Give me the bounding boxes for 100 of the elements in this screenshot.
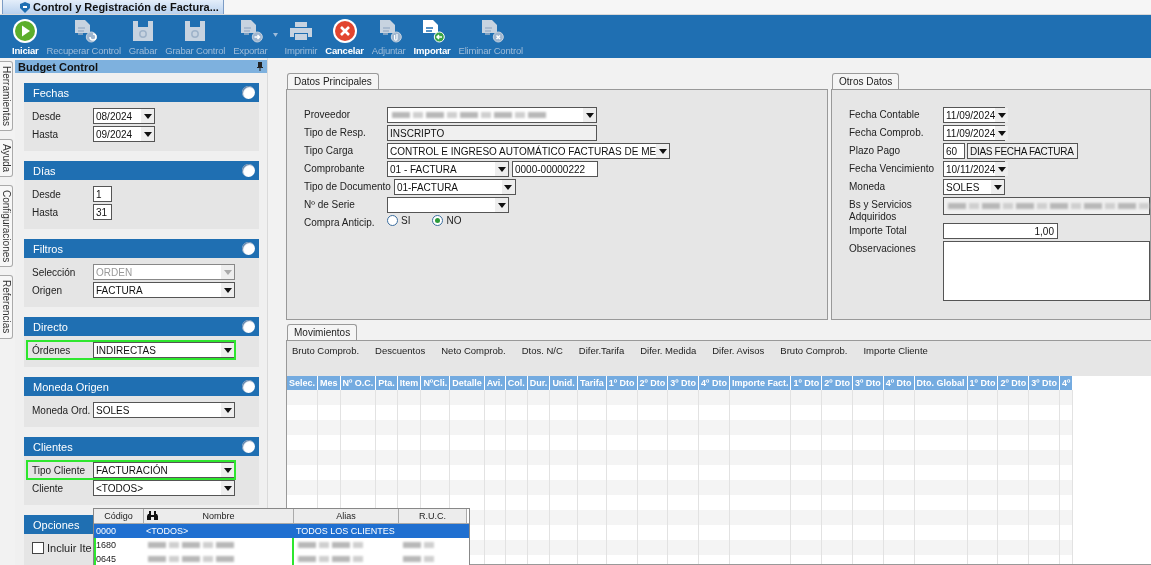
collapse-button[interactable]	[242, 320, 255, 333]
field-label: Plazo Pago	[849, 144, 902, 157]
side-tab[interactable]: Configuraciones	[0, 185, 13, 268]
toolbar-button[interactable]: Iniciar	[9, 15, 42, 58]
field-label: Moneda Ord.	[32, 404, 92, 416]
list-cell: TODOS LOS CLIENTES	[296, 526, 395, 536]
toolbar-button[interactable]: Imprimir	[281, 15, 321, 58]
section-title: Clientes	[33, 440, 73, 453]
input-field[interactable]: 1,00	[943, 223, 1058, 239]
side-tab[interactable]: Ayuda	[0, 139, 13, 178]
toolbar-button[interactable]: Eliminar Control	[455, 15, 526, 58]
summary-label: Neto Comprob.	[441, 345, 506, 358]
field-label: Tipo Cliente	[32, 464, 86, 476]
section-title: Días	[33, 164, 56, 177]
tab[interactable]: Movimientos	[287, 324, 358, 340]
document-tab[interactable]: Control y Registración de Factura...	[2, 0, 224, 14]
toolbar-button[interactable]: Adjuntar	[368, 15, 409, 58]
input-field[interactable]: 0000-00000222	[512, 161, 598, 177]
combo-box[interactable]: 11/09/2024	[943, 125, 1005, 141]
toolbar-button[interactable]: Grabar Control	[162, 15, 229, 58]
redacted-text	[403, 542, 434, 548]
input-field[interactable]: 1	[93, 186, 112, 202]
section-title: Moneda Origen	[33, 380, 109, 393]
combo-box[interactable]: 10/11/2024	[943, 161, 1005, 177]
combo-box[interactable]: 09/2024	[93, 126, 155, 142]
toolbar-button[interactable]: Importar	[410, 15, 454, 58]
summary-label: Descuentos	[375, 345, 426, 358]
read-only-field: INSCRIPTO	[387, 125, 597, 141]
field-label: Observaciones	[849, 242, 917, 255]
play-icon	[12, 18, 39, 44]
field-label: Fecha Comprob.	[849, 126, 925, 139]
collapse-button[interactable]	[242, 164, 255, 177]
read-only-field: DIAS FECHA FACTURA	[967, 143, 1078, 159]
combo-box[interactable]: 11/09/2024	[943, 107, 1005, 123]
input-field[interactable]: 31	[93, 204, 112, 220]
tab[interactable]: Otros Datos	[832, 73, 900, 89]
checkbox[interactable]	[32, 542, 44, 554]
section-title: Fechas	[33, 86, 70, 99]
summary-label: Difer. Medida	[640, 345, 697, 358]
side-tab[interactable]: Herramientas	[0, 61, 13, 132]
column-header[interactable]: Alias	[336, 511, 356, 521]
field-label: Proveedor	[304, 108, 352, 120]
collapse-button[interactable]	[242, 440, 255, 453]
field-label: Tipo Carga	[304, 144, 355, 156]
panel-title: Budget Control	[18, 60, 99, 73]
tab[interactable]: Datos Principales	[287, 73, 379, 89]
list-row[interactable]: 0645	[94, 552, 469, 565]
combo-box[interactable]: FACTURACIÓN	[93, 462, 235, 478]
field-label: Nº de Serie	[304, 198, 356, 210]
radio-label: SI	[401, 215, 411, 226]
input-field[interactable]: 60	[943, 143, 965, 159]
toolbar-button[interactable]: Cancelar	[322, 15, 367, 58]
field-label: Órdenes	[32, 344, 72, 356]
field-label: Hasta	[32, 128, 60, 140]
combo-box[interactable]: FACTURA	[93, 282, 235, 298]
list-cell: 1680	[96, 540, 117, 550]
combo-box[interactable]	[387, 197, 509, 213]
field-label: Selección	[32, 266, 77, 278]
field-label: Fecha Contable	[849, 108, 921, 121]
list-cell: 0000	[96, 526, 117, 536]
section-title: Directo	[33, 320, 68, 333]
toolbar-button[interactable]: Grabar	[125, 15, 161, 58]
field-label: Cliente	[32, 482, 65, 494]
binoculars-icon[interactable]	[147, 511, 158, 520]
combo-box[interactable]: 01 - FACTURA	[387, 161, 509, 177]
field-label: Origen	[32, 284, 63, 296]
pin-icon[interactable]	[257, 62, 263, 71]
summary-label: Bruto Comprob.	[292, 345, 360, 358]
radio-button[interactable]	[432, 215, 444, 226]
combo-box[interactable]: <TODOS>	[93, 480, 235, 496]
summary-label: Difer. Avisos	[712, 345, 765, 358]
toolbar-button[interactable]: Exportar	[230, 15, 280, 58]
combo-box[interactable]: 01-FACTURA	[393, 179, 516, 195]
combo-box[interactable]: INDIRECTAS	[93, 342, 235, 358]
combo-box[interactable]: 08/2024	[93, 108, 155, 124]
redacted-text	[298, 556, 363, 562]
radio-button[interactable]	[387, 215, 398, 226]
list-cell: <TODOS>	[146, 526, 189, 536]
list-row[interactable]: 0000 <TODOS> TODOS LOS CLIENTES	[94, 524, 469, 538]
field-label: Moneda	[849, 180, 887, 193]
combo-box[interactable]: CONTROL E INGRESO AUTOMÁTICO FACTURAS DE ME	[387, 143, 671, 159]
field-label: Comprobante	[304, 162, 366, 174]
section-title: Opciones	[33, 518, 80, 531]
combo-box[interactable]: SOLES	[943, 179, 1005, 195]
field-label: Hasta	[32, 206, 60, 218]
toolbar-button[interactable]: Recuperar Control	[43, 15, 124, 58]
text-area[interactable]	[943, 241, 1150, 301]
field-label: Tipo de Documento	[304, 180, 392, 192]
combo-box[interactable]	[387, 107, 597, 123]
column-header[interactable]: Nombre	[202, 511, 235, 521]
combo-box[interactable]: SOLES	[93, 402, 235, 418]
side-tab[interactable]: Referencias	[0, 275, 13, 339]
collapse-button[interactable]	[242, 242, 255, 255]
field-label: Fecha Vencimiento	[849, 162, 936, 175]
list-row[interactable]: 1680	[94, 538, 469, 552]
field-label: Tipo de Resp.	[304, 126, 367, 138]
collapse-button[interactable]	[242, 86, 255, 99]
radio-label: NO	[446, 215, 462, 226]
collapse-button[interactable]	[242, 380, 255, 393]
section-title: Filtros	[33, 242, 63, 255]
